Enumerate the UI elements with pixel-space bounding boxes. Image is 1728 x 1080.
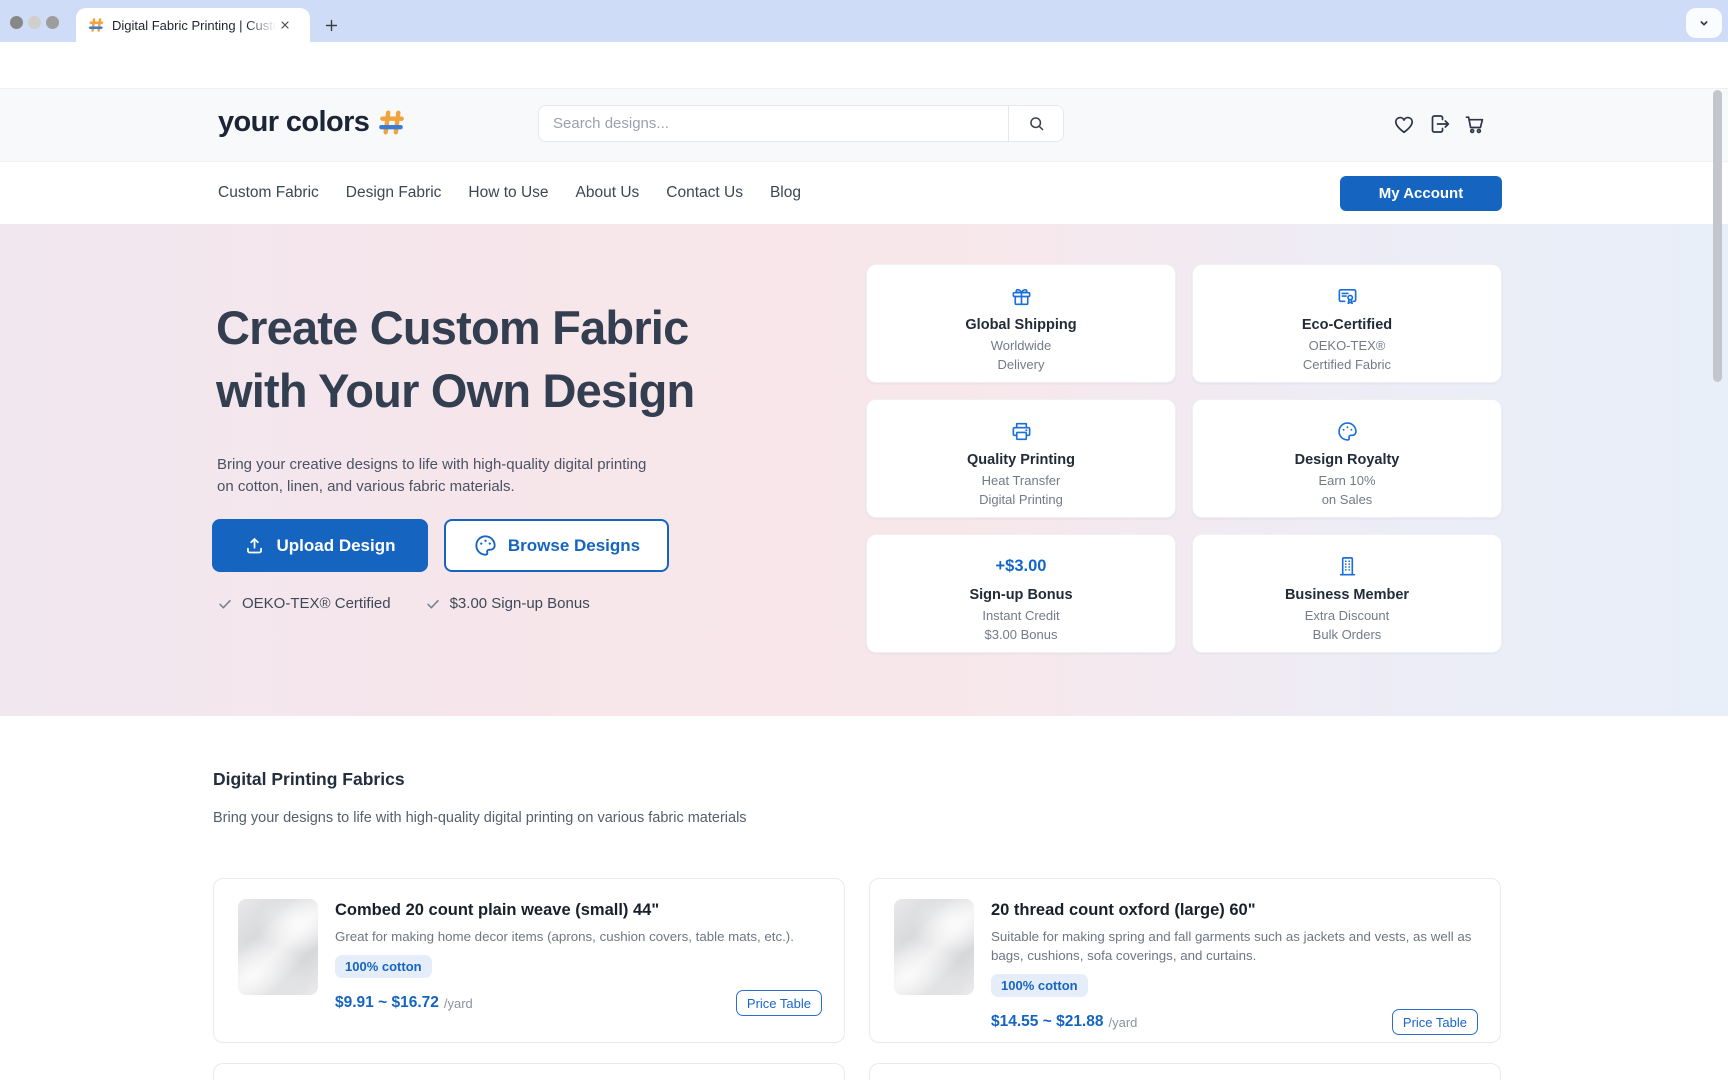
browser-tab[interactable]: Digital Fabric Printing | Custo [76,8,310,42]
material-badge: 100% cotton [335,955,432,978]
logo-hash-icon [378,110,405,135]
product-name: 20 thread count oxford (large) 60" [991,901,1478,920]
feature-card-global-shipping: Global Shipping Worldwide Delivery [866,264,1176,383]
product-name: Combed 20 count plain weave (small) 44" [335,901,822,920]
hero-check-list: OEKO-TEX® Certified $3.00 Sign-up Bonus [217,595,590,612]
building-icon [1193,554,1501,578]
browser-toolbar: your-colors.com [0,42,1728,89]
tab-search-chevron-icon[interactable] [1686,8,1722,38]
printer-icon [867,419,1175,443]
upload-icon [244,535,265,556]
certificate-icon [1193,284,1501,308]
window-close-button[interactable] [10,16,23,29]
wishlist-heart-icon[interactable] [1392,112,1416,136]
nav-about-us[interactable]: About Us [576,184,640,202]
new-tab-button[interactable] [318,12,344,38]
feature-card-design-royalty: Design Royalty Earn 10% on Sales [1192,399,1502,518]
search-input[interactable] [539,106,1008,141]
material-badge: 100% cotton [991,974,1088,997]
nav-custom-fabric[interactable]: Custom Fabric [218,184,319,202]
check-item-certified: OEKO-TEX® Certified [217,595,391,612]
palette-icon [1193,419,1501,443]
product-thumbnail [238,899,318,995]
upload-design-button[interactable]: Upload Design [212,519,428,572]
hero-section: Create Custom Fabric with Your Own Desig… [0,224,1728,716]
check-icon [217,596,233,612]
main-nav: Custom Fabric Design Fabric How to Use A… [0,162,1728,224]
my-account-button[interactable]: My Account [1340,176,1502,211]
site-header: your colors [0,89,1728,162]
price-unit: /yard [1108,1015,1137,1030]
product-description: Suitable for making spring and fall garm… [991,927,1478,965]
check-icon [425,596,441,612]
nav-blog[interactable]: Blog [770,184,801,202]
scrollbar-thumb[interactable] [1713,90,1722,382]
tab-close-icon[interactable] [276,16,294,34]
price-table-button[interactable]: Price Table [736,990,822,1016]
search-button[interactable] [1008,106,1063,141]
search-icon [1027,114,1046,133]
hero-title: Create Custom Fabric with Your Own Desig… [216,296,694,422]
cart-icon[interactable] [1463,112,1487,136]
nav-how-to-use[interactable]: How to Use [468,184,548,202]
product-thumbnail [894,899,974,995]
products-section-title: Digital Printing Fabrics [213,769,405,790]
check-item-bonus: $3.00 Sign-up Bonus [425,595,590,612]
product-price: $9.91 ~ $16.72 [335,994,439,1012]
window-minimize-button[interactable] [28,16,41,29]
product-card[interactable]: Combed 20 count plain weave (small) 44" … [213,878,845,1043]
product-card[interactable]: 20 thread count oxford (large) 60" Suita… [869,878,1501,1043]
price-table-button[interactable]: Price Table [1392,1009,1478,1035]
product-card-partial[interactable] [213,1063,845,1080]
hero-subtitle: Bring your creative designs to life with… [217,454,646,498]
browse-designs-button[interactable]: Browse Designs [444,519,669,572]
browser-tab-strip: Digital Fabric Printing | Custo [0,0,1728,42]
gift-icon [867,284,1175,308]
site-logo[interactable]: your colors [218,106,405,139]
palette-icon [473,533,498,558]
product-description: Great for making home decor items (apron… [335,927,805,946]
nav-design-fabric[interactable]: Design Fabric [346,184,442,202]
tab-favicon-hash-icon [88,17,104,33]
product-price: $14.55 ~ $21.88 [991,1013,1103,1031]
product-card-partial[interactable] [869,1063,1501,1080]
feature-card-eco-certified: Eco-Certified OEKO-TEX® Certified Fabric [1192,264,1502,383]
feature-card-business-member: Business Member Extra Discount Bulk Orde… [1192,534,1502,653]
logo-text: your colors [218,106,369,139]
logout-icon[interactable] [1428,112,1452,136]
products-section-subtitle: Bring your designs to life with high-qua… [213,810,747,826]
feature-card-quality-printing: Quality Printing Heat Transfer Digital P… [866,399,1176,518]
feature-card-signup-bonus: +$3.00 Sign-up Bonus Instant Credit $3.0… [866,534,1176,653]
search-bar [538,105,1064,142]
tab-title: Digital Fabric Printing | Custo [112,18,276,33]
bonus-amount-text: +$3.00 [867,554,1175,578]
window-zoom-button[interactable] [46,16,59,29]
price-unit: /yard [444,996,473,1011]
nav-contact-us[interactable]: Contact Us [666,184,743,202]
